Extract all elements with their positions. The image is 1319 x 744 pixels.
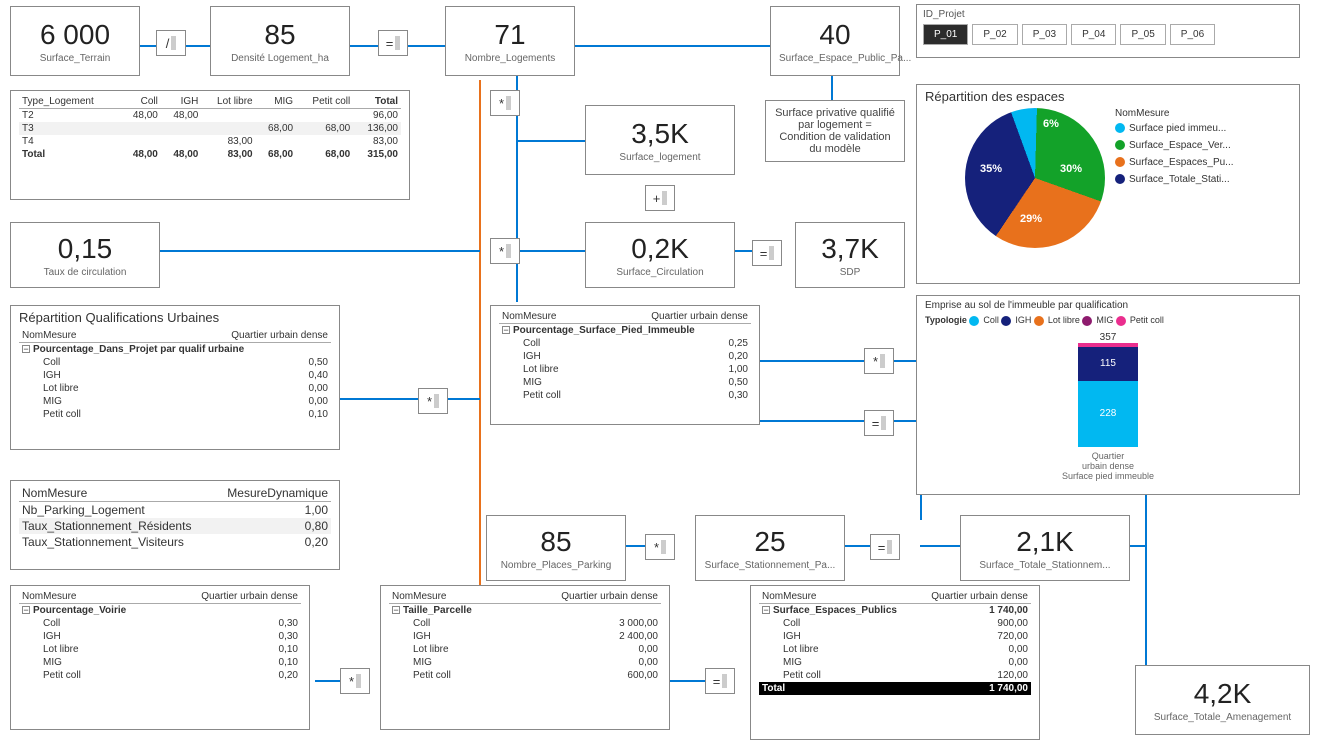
op-mul: * [864,348,894,374]
kpi-value: 25 [704,526,836,558]
kpi-label: Surface_Totale_Stationnem... [969,560,1121,571]
kpi-surface-logement: 3,5K Surface_logement [585,105,735,175]
note-validation: Surface privative qualifié par logement … [765,100,905,162]
op-equals: = [752,240,782,266]
kpi-label: Surface_Totale_Amenagement [1144,712,1301,723]
kpi-value: 0,15 [19,233,151,265]
table-type-logement[interactable]: Type_LogementCollIGHLot libreMIGPetit co… [10,90,410,200]
chart-title: Répartition des espaces [925,89,1291,104]
connector-line [315,680,340,682]
kpi-value: 6 000 [19,19,131,51]
table-pied-immeuble[interactable]: NomMesureQuartier urbain dense −Pourcent… [490,305,760,425]
connector-line [760,420,920,422]
kpi-sdp: 3,7K SDP [795,222,905,288]
stacked-total: 357 [925,332,1291,343]
connector-line [340,398,480,400]
op-mul: * [340,668,370,694]
op-equals: = [378,30,408,56]
kpi-label: Surface_Espace_Public_Pa... [779,53,891,64]
table-parcelle[interactable]: NomMesureQuartier urbain dense −Taille_P… [380,585,670,730]
kpi-label: Surface_logement [594,152,726,163]
legend-item[interactable]: Surface_Totale_Stati... [1115,174,1234,185]
kpi-value: 0,2K [594,233,726,265]
op-equals: = [864,410,894,436]
pie-visual: 6%30%29%35% [965,108,1105,248]
connector-line [760,360,920,362]
kpi-nb-logements: 71 Nombre_Logements [445,6,575,76]
kpi-label: Densité Logement_ha [219,53,341,64]
kpi-taux-circ: 0,15 Taux de circulation [10,222,160,288]
kpi-surf-esp-pub: 40 Surface_Espace_Public_Pa... [770,6,900,76]
legend-item[interactable]: Surface_Espace_Ver... [1115,140,1234,151]
kpi-label: Taux de circulation [19,267,151,278]
kpi-label: Surface_Circulation [594,267,726,278]
slicer-option[interactable]: P_05 [1120,24,1165,45]
op-plus: + [645,185,675,211]
chart-pie-repartition[interactable]: Répartition des espaces 6%30%29%35% NomM… [916,84,1300,284]
legend-title: NomMesure [1115,108,1234,119]
kpi-value: 3,7K [804,233,896,265]
connector-line [670,680,705,682]
kpi-label: Surface_Terrain [19,53,131,64]
collapse-icon[interactable]: − [762,606,770,614]
kpi-surf-tot-station: 2,1K Surface_Totale_Stationnem... [960,515,1130,581]
slicer-option[interactable]: P_04 [1071,24,1116,45]
kpi-surf-tot-amenagement: 4,2K Surface_Totale_Amenagement [1135,665,1310,735]
slicer-option[interactable]: P_02 [972,24,1017,45]
connector-line [516,250,596,252]
collapse-icon[interactable]: − [22,606,30,614]
slicer-option[interactable]: P_06 [1170,24,1215,45]
kpi-label: SDP [804,267,896,278]
slicer-option[interactable]: P_01 [923,24,968,45]
kpi-surf-station-pa: 25 Surface_Stationnement_Pa... [695,515,845,581]
collapse-icon[interactable]: − [502,326,510,334]
table-voirie[interactable]: NomMesureQuartier urbain dense −Pourcent… [10,585,310,730]
kpi-surface-terrain: 6 000 Surface_Terrain [10,6,140,76]
kpi-value: 2,1K [969,526,1121,558]
collapse-icon[interactable]: − [392,606,400,614]
kpi-value: 71 [454,19,566,51]
op-equals: = [870,534,900,560]
op-mul: * [490,238,520,264]
connector-line [160,250,480,252]
kpi-label: Surface_Stationnement_Pa... [704,560,836,571]
stacked-visual: 115228 [1078,343,1138,447]
kpi-surf-circ: 0,2K Surface_Circulation [585,222,735,288]
kpi-label: Nombre_Places_Parking [495,560,617,571]
op-divide: / [156,30,186,56]
table-parking-mesures[interactable]: NomMesureMesureDynamique Nb_Parking_Loge… [10,480,340,570]
kpi-densite: 85 Densité Logement_ha [210,6,350,76]
table-qualif-urbaines[interactable]: Répartition Qualifications Urbaines NomM… [10,305,340,450]
kpi-value: 85 [495,526,617,558]
kpi-nb-parking: 85 Nombre_Places_Parking [486,515,626,581]
chart-stacked-emprise[interactable]: Emprise au sol de l'immeuble par qualifi… [916,295,1300,495]
table-espaces-publics[interactable]: NomMesureQuartier urbain dense −Surface_… [750,585,1040,740]
op-equals: = [705,668,735,694]
op-mul: * [418,388,448,414]
legend-item[interactable]: Surface_Espaces_Pu... [1115,157,1234,168]
kpi-label: Nombre_Logements [454,53,566,64]
kpi-value: 4,2K [1144,678,1301,710]
table-title: Répartition Qualifications Urbaines [19,310,331,325]
kpi-value: 40 [779,19,891,51]
kpi-value: 3,5K [594,118,726,150]
legend-item[interactable]: Surface pied immeu... [1115,123,1234,134]
slicer-id-projet[interactable]: ID_Projet P_01P_02P_03P_04P_05P_06 [916,4,1300,58]
kpi-value: 85 [219,19,341,51]
op-mul: * [490,90,520,116]
op-mul: * [645,534,675,560]
chart-title: Emprise au sol de l'immeuble par qualifi… [925,300,1291,311]
slicer-option[interactable]: P_03 [1022,24,1067,45]
slicer-title: ID_Projet [923,9,1293,20]
collapse-icon[interactable]: − [22,345,30,353]
connector-line [516,140,596,142]
